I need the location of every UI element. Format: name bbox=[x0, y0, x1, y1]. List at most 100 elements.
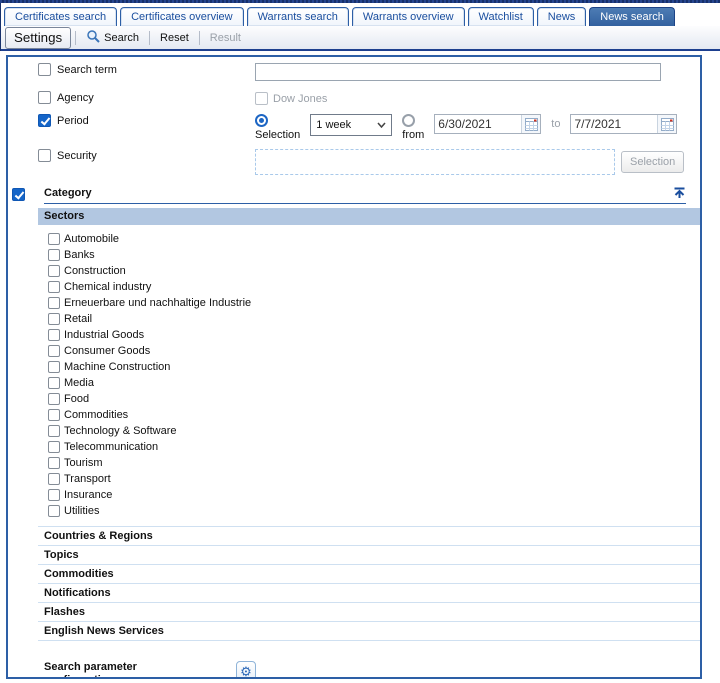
sector-checkbox[interactable] bbox=[48, 377, 60, 389]
sector-item-machine-construction[interactable]: Machine Construction bbox=[48, 359, 700, 375]
from-radio[interactable] bbox=[402, 114, 415, 127]
sector-label: Consumer Goods bbox=[64, 345, 150, 357]
chevron-down-icon bbox=[377, 119, 386, 131]
tab-certificates-overview[interactable]: Certificates overview bbox=[120, 7, 243, 26]
sector-checkbox[interactable] bbox=[48, 361, 60, 373]
security-checkbox[interactable] bbox=[38, 149, 51, 162]
category-section-english-news-services[interactable]: English News Services bbox=[38, 622, 702, 641]
sector-item-retail[interactable]: Retail bbox=[48, 311, 700, 327]
selection-radio[interactable] bbox=[255, 114, 268, 127]
sector-label: Commodities bbox=[64, 409, 128, 421]
sector-checkbox[interactable] bbox=[48, 441, 60, 453]
period-length-value: 1 week bbox=[316, 119, 351, 131]
calendar-icon[interactable] bbox=[657, 115, 676, 133]
collapse-to-top-icon[interactable] bbox=[673, 187, 686, 199]
search-button[interactable]: Search bbox=[80, 27, 145, 48]
tab-warrants-search[interactable]: Warrants search bbox=[247, 7, 349, 26]
sector-item-utilities[interactable]: Utilities bbox=[48, 503, 700, 519]
reset-button[interactable]: Reset bbox=[154, 30, 195, 46]
sector-checkbox[interactable] bbox=[48, 329, 60, 341]
dow-jones-label: Dow Jones bbox=[273, 93, 327, 105]
sector-label: Food bbox=[64, 393, 89, 405]
sector-item-technology-software[interactable]: Technology & Software bbox=[48, 423, 700, 439]
sector-checkbox[interactable] bbox=[48, 233, 60, 245]
period-label: Period bbox=[57, 115, 89, 127]
sector-label: Banks bbox=[64, 249, 95, 261]
sector-label: Automobile bbox=[64, 233, 119, 245]
tab-warrants-overview[interactable]: Warrants overview bbox=[352, 7, 465, 26]
date-range-to-label: to bbox=[551, 118, 560, 130]
sector-checkbox[interactable] bbox=[48, 313, 60, 325]
search-term-row: Search term bbox=[38, 63, 700, 81]
sector-label: Tourism bbox=[64, 457, 103, 469]
security-selection-button: Selection bbox=[621, 151, 684, 173]
category-section-flashes[interactable]: Flashes bbox=[38, 603, 702, 622]
sector-checkbox[interactable] bbox=[48, 473, 60, 485]
sector-checkbox[interactable] bbox=[48, 489, 60, 501]
sector-item-banks[interactable]: Banks bbox=[48, 247, 700, 263]
sector-item-commodities[interactable]: Commodities bbox=[48, 407, 700, 423]
sector-label: Transport bbox=[64, 473, 111, 485]
toolbar: Settings Search Reset Result bbox=[1, 26, 720, 51]
period-length-dropdown[interactable]: 1 week bbox=[310, 114, 392, 136]
category-checkbox[interactable] bbox=[12, 188, 25, 201]
sector-checkbox[interactable] bbox=[48, 457, 60, 469]
sector-checkbox[interactable] bbox=[48, 265, 60, 277]
tab-certificates-search[interactable]: Certificates search bbox=[4, 7, 117, 26]
sector-item-automobile[interactable]: Automobile bbox=[48, 231, 700, 247]
sector-checkbox[interactable] bbox=[48, 505, 60, 517]
category-section-notifications[interactable]: Notifications bbox=[38, 584, 702, 603]
sector-item-food[interactable]: Food bbox=[48, 391, 700, 407]
date-from-field bbox=[434, 114, 541, 134]
sector-label: Industrial Goods bbox=[64, 329, 144, 341]
toolbar-separator bbox=[149, 31, 150, 45]
sector-item-media[interactable]: Media bbox=[48, 375, 700, 391]
category-sections: Countries & RegionsTopicsCommoditiesNoti… bbox=[38, 526, 702, 641]
sector-checkbox[interactable] bbox=[48, 345, 60, 357]
sector-item-erneuerbare-und-nachhaltige-industrie[interactable]: Erneuerbare und nachhaltige Industrie bbox=[48, 295, 700, 311]
period-selection-radio-group[interactable]: Selection bbox=[255, 114, 300, 141]
category-section-commodities[interactable]: Commodities bbox=[38, 565, 702, 584]
search-term-checkbox[interactable] bbox=[38, 63, 51, 76]
sector-checkbox[interactable] bbox=[48, 409, 60, 421]
search-parameter-config-row: Search parameter configuration ⚙ bbox=[44, 661, 700, 679]
tab-news[interactable]: News bbox=[537, 7, 587, 26]
search-term-input[interactable] bbox=[255, 63, 661, 81]
sector-checkbox[interactable] bbox=[48, 425, 60, 437]
date-to-field bbox=[570, 114, 677, 134]
sector-checkbox[interactable] bbox=[48, 281, 60, 293]
dow-jones-checkbox bbox=[255, 92, 268, 105]
selection-radio-label: Selection bbox=[255, 129, 300, 141]
category-section-topics[interactable]: Topics bbox=[38, 546, 702, 565]
sector-checkbox[interactable] bbox=[48, 249, 60, 261]
sector-item-telecommunication[interactable]: Telecommunication bbox=[48, 439, 700, 455]
search-term-label: Search term bbox=[57, 64, 117, 76]
sector-item-insurance[interactable]: Insurance bbox=[48, 487, 700, 503]
gear-icon[interactable]: ⚙ bbox=[236, 661, 256, 679]
category-section-sectors[interactable]: Sectors bbox=[38, 208, 702, 225]
sector-item-construction[interactable]: Construction bbox=[48, 263, 700, 279]
calendar-icon[interactable] bbox=[521, 115, 540, 133]
sector-checkbox[interactable] bbox=[48, 393, 60, 405]
date-from-input[interactable] bbox=[435, 117, 521, 131]
sector-label: Retail bbox=[64, 313, 92, 325]
sector-label: Technology & Software bbox=[64, 425, 177, 437]
sector-checkbox[interactable] bbox=[48, 297, 60, 309]
sector-item-transport[interactable]: Transport bbox=[48, 471, 700, 487]
sector-label: Erneuerbare und nachhaltige Industrie bbox=[64, 297, 251, 309]
settings-button[interactable]: Settings bbox=[5, 27, 71, 49]
tab-watchlist[interactable]: Watchlist bbox=[468, 7, 534, 26]
period-from-radio-group[interactable]: from bbox=[402, 114, 424, 141]
date-to-input[interactable] bbox=[571, 117, 657, 131]
sector-item-consumer-goods[interactable]: Consumer Goods bbox=[48, 343, 700, 359]
sector-label: Machine Construction bbox=[64, 361, 170, 373]
sector-item-tourism[interactable]: Tourism bbox=[48, 455, 700, 471]
sector-item-chemical-industry[interactable]: Chemical industry bbox=[48, 279, 700, 295]
sector-item-industrial-goods[interactable]: Industrial Goods bbox=[48, 327, 700, 343]
category-section-countries-regions[interactable]: Countries & Regions bbox=[38, 527, 702, 546]
agency-checkbox[interactable] bbox=[38, 91, 51, 104]
agency-label: Agency bbox=[57, 92, 94, 104]
tab-news-search[interactable]: News search bbox=[589, 7, 675, 26]
category-title: Category bbox=[44, 187, 92, 199]
period-checkbox[interactable] bbox=[38, 114, 51, 127]
